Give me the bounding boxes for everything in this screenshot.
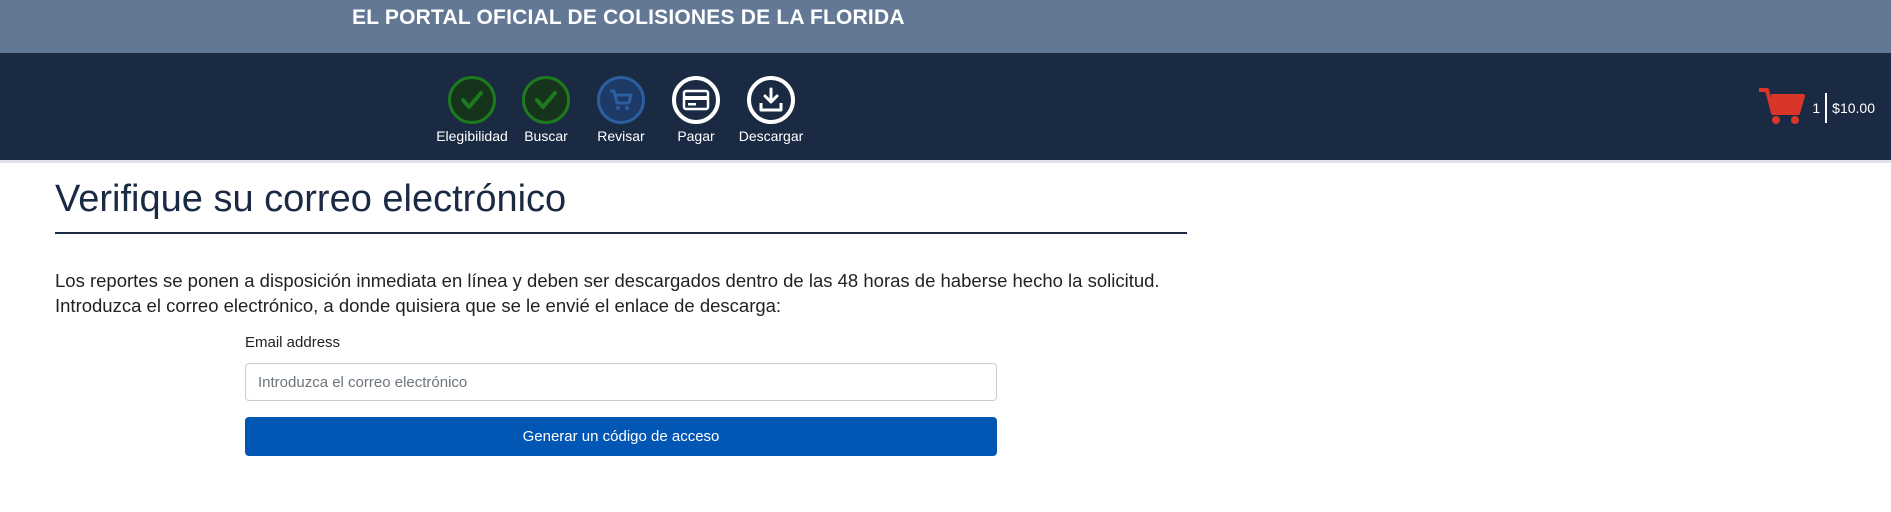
intro-text: Los reportes se ponen a disposición inme…	[55, 268, 1255, 318]
cart-icon	[597, 76, 645, 124]
cart-summary[interactable]: 1 $10.00	[1758, 86, 1875, 130]
page-title: Verifique su correo electrónico	[55, 178, 567, 220]
step-descargar[interactable]: Descargar	[726, 76, 816, 146]
top-banner: EL PORTAL OFICIAL DE COLISIONES DE LA FL…	[0, 0, 1891, 53]
step-label: Descargar	[738, 128, 804, 144]
title-divider	[55, 232, 1187, 234]
progress-nav-bar	[0, 53, 1891, 160]
credit-card-icon	[672, 76, 720, 124]
cart-item-count: 1	[1812, 100, 1821, 116]
shopping-cart-icon	[1758, 87, 1806, 130]
download-icon	[747, 76, 795, 124]
intro-line-1: Los reportes se ponen a disposición inme…	[55, 270, 1160, 291]
check-icon	[448, 76, 496, 124]
email-label: Email address	[245, 334, 341, 351]
email-field[interactable]	[245, 363, 997, 401]
check-icon	[522, 76, 570, 124]
intro-line-2: Introduzca el correo electrónico, a dond…	[55, 295, 782, 316]
cart-total: $10.00	[1832, 100, 1875, 116]
generate-access-code-button[interactable]: Generar un código de acceso	[245, 417, 997, 456]
cart-divider	[1825, 93, 1828, 123]
site-title: EL PORTAL OFICIAL DE COLISIONES DE LA FL…	[352, 6, 905, 29]
nav-divider	[0, 160, 1891, 163]
